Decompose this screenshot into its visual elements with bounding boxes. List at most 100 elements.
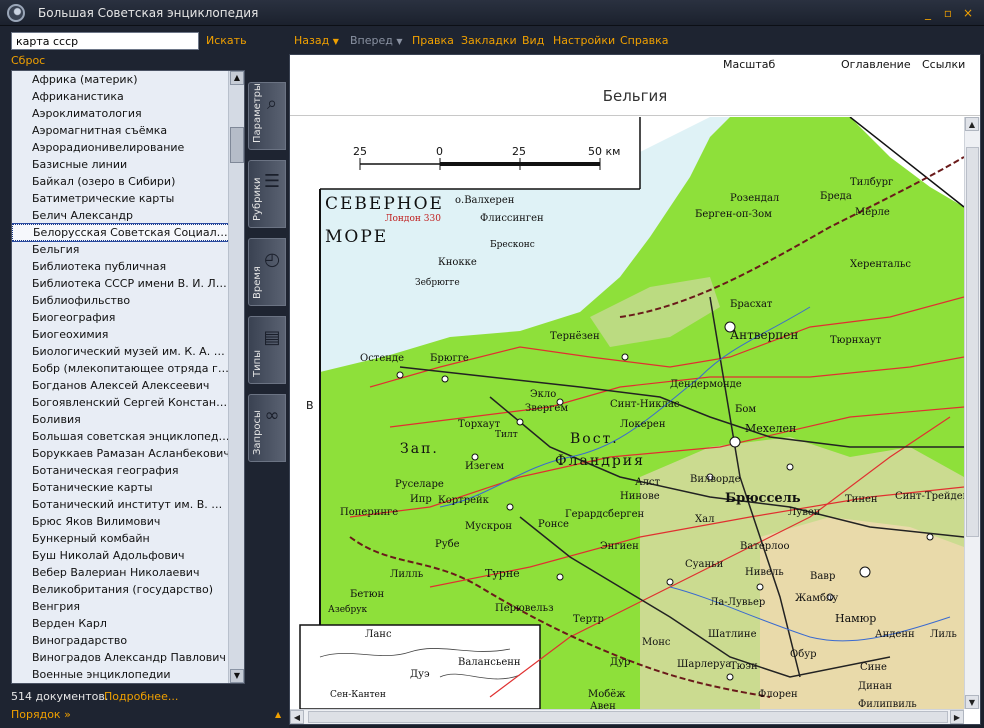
list-item[interactable]: Верден Карл (12, 615, 230, 632)
map-label: Тилбург (850, 177, 893, 188)
menu-settings[interactable]: Настройки (553, 34, 615, 47)
list-item[interactable]: Библиотека СССР имени В. И. Лен... (12, 275, 230, 292)
map-label: МОРЕ (325, 227, 388, 247)
map-label: Ватерлоо (740, 541, 790, 552)
list-item[interactable]: Белич Александр (12, 207, 230, 224)
order-link[interactable]: Порядок » (11, 708, 71, 721)
list-item[interactable]: Буш Николай Адольфович (12, 547, 230, 564)
document-vertical-scrollbar[interactable]: ▲ ▼ (964, 117, 980, 709)
belgium-map: СЕВЕРНОЕ МОРЕ о.Валхерен Флиссинген Лонд… (290, 117, 964, 709)
scroll-right-icon[interactable]: ▶ (950, 710, 964, 724)
minimize-button[interactable]: _ (922, 7, 934, 19)
list-item[interactable]: Африка (материк) (12, 71, 230, 88)
tab-time[interactable]: Время ◴ (248, 238, 286, 306)
map-label: Рубе (435, 539, 460, 550)
map-image[interactable]: СЕВЕРНОЕ МОРЕ о.Валхерен Флиссинген Лонд… (290, 117, 964, 709)
list-item[interactable]: Виноградарство (12, 632, 230, 649)
list-item[interactable]: Байкал (озеро в Сибири) (12, 173, 230, 190)
map-label: Лондон 330 (385, 214, 441, 224)
list-item[interactable]: Аэромагнитная съёмка (12, 122, 230, 139)
tab-queries[interactable]: Запросы ∞ (248, 394, 286, 462)
list-icon: ☰ (263, 171, 281, 192)
list-item[interactable]: Ботаническая география (12, 462, 230, 479)
list-item[interactable]: Бельгия (12, 241, 230, 258)
scroll-left-icon[interactable]: ◀ (290, 710, 304, 724)
reset-link[interactable]: Сброс (11, 54, 45, 67)
document-count: 514 документов. (11, 690, 109, 703)
scroll-down-icon[interactable]: ▼ (230, 669, 244, 683)
list-item[interactable]: Вебер Валериан Николаевич (12, 564, 230, 581)
list-item[interactable]: Африканистика (12, 88, 230, 105)
article-list-items: Африка (материк) Африканистика Аэроклимато… (12, 71, 230, 683)
tab-parameters[interactable]: Параметры ⌕ (248, 82, 286, 150)
list-item[interactable]: Биологический музей им. К. А. Ти... (12, 343, 230, 360)
list-item[interactable]: Белорусская Советская Социалис... (12, 223, 230, 242)
list-item[interactable]: Боливия (12, 411, 230, 428)
list-item[interactable]: Бункерный комбайн (12, 530, 230, 547)
list-item[interactable]: Бобр (млекопитающее отряда гр... (12, 360, 230, 377)
chevron-down-icon: ▼ (396, 37, 403, 46)
map-label: Остенде (360, 353, 404, 364)
menu-forward[interactable]: Вперед ▼ (350, 34, 403, 47)
list-item[interactable]: Военные энциклопедии (12, 666, 230, 683)
scroll-up-icon[interactable]: ▲ (965, 117, 979, 131)
scroll-up-icon[interactable]: ▲ (230, 71, 244, 85)
map-label: Нивель (745, 567, 784, 578)
list-item[interactable]: Аэрорадионивелирование (12, 139, 230, 156)
menu-help[interactable]: Справка (620, 34, 668, 47)
scale-button[interactable]: Масштаб (723, 58, 775, 71)
list-item[interactable]: Боруккаев Рамазан Асланбекович (12, 445, 230, 462)
tab-rubrics[interactable]: Рубрики ☰ (248, 160, 286, 228)
map-label: Герардсберген (565, 509, 645, 520)
map-label: Тернёзен (550, 331, 600, 342)
list-item[interactable]: Богоявленский Сергей Константи... (12, 394, 230, 411)
map-label: Ланс (365, 629, 392, 640)
more-details-link[interactable]: Подробнее... (104, 690, 178, 703)
list-item[interactable]: Венгрия (12, 598, 230, 615)
document-horizontal-scrollbar[interactable]: ◀ ▶ (290, 709, 964, 724)
scroll-down-icon[interactable]: ▼ (965, 695, 979, 709)
menu-back-label: Назад (294, 34, 330, 47)
map-label: Флорен (758, 689, 798, 700)
magnifier-icon: ⌕ (266, 93, 278, 114)
list-item[interactable]: Биогеохимия (12, 326, 230, 343)
maximize-button[interactable]: ▫ (942, 7, 954, 19)
list-scrollbar[interactable]: ▲ ▼ (228, 71, 244, 683)
search-button[interactable]: Искать (206, 34, 247, 47)
list-item[interactable]: Виноградов Александр Павлович (12, 649, 230, 666)
list-item[interactable]: Базисные линии (12, 156, 230, 173)
document-scroll-thumb[interactable] (966, 147, 979, 537)
title-bar: Большая Советская энциклопедия _ ▫ × (0, 0, 984, 26)
chevron-down-icon: ▼ (332, 37, 339, 46)
documents-icon: ▤ (263, 327, 281, 348)
document-hscroll-thumb[interactable] (308, 711, 948, 723)
collapse-arrow-icon[interactable]: ▲ (275, 710, 281, 719)
list-item[interactable]: Великобритания (государство) (12, 581, 230, 598)
menu-back[interactable]: Назад ▼ (294, 34, 339, 47)
title-divider (290, 115, 980, 116)
links-button[interactable]: Ссылки (922, 58, 965, 71)
map-label: Мерле (855, 207, 890, 218)
search-input[interactable] (11, 32, 199, 50)
list-item[interactable]: Богданов Алексей Алексеевич (12, 377, 230, 394)
list-item[interactable]: Ботанические карты (12, 479, 230, 496)
list-item[interactable]: Брюс Яков Вилимович (12, 513, 230, 530)
scale-tick-label: 25 (512, 145, 526, 158)
tab-types[interactable]: Типы ▤ (248, 316, 286, 384)
map-label: Алст (635, 477, 661, 488)
menu-view[interactable]: Вид (522, 34, 544, 47)
map-label: Вилворде (690, 474, 741, 485)
map-label: Жамблу (795, 593, 838, 604)
list-item[interactable]: Большая советская энциклопедия (12, 428, 230, 445)
list-item[interactable]: Библиофильство (12, 292, 230, 309)
menu-edit[interactable]: Правка (412, 34, 454, 47)
contents-button[interactable]: Оглавление (841, 58, 911, 71)
list-item[interactable]: Батиметрические карты (12, 190, 230, 207)
list-item[interactable]: Биогеография (12, 309, 230, 326)
list-item[interactable]: Ботанический институт им. В. Л. ... (12, 496, 230, 513)
close-button[interactable]: × (962, 7, 974, 19)
menu-bookmarks[interactable]: Закладки (461, 34, 517, 47)
list-scroll-thumb[interactable] (230, 127, 244, 163)
list-item[interactable]: Библиотека публичная (12, 258, 230, 275)
list-item[interactable]: Аэроклиматология (12, 105, 230, 122)
